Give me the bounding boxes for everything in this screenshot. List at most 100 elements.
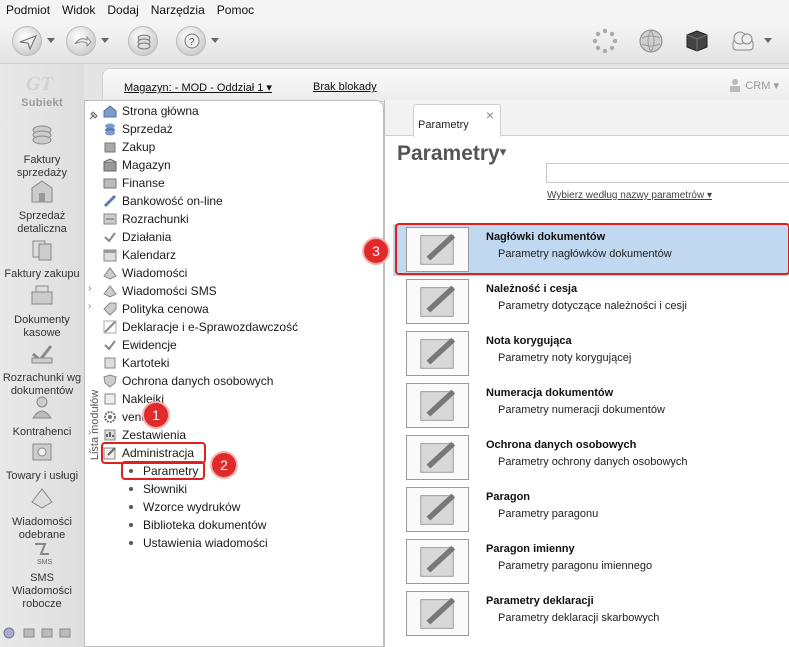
coins-button[interactable] (128, 26, 158, 56)
close-icon[interactable]: × (486, 107, 494, 123)
module-ewidencje[interactable]: Ewidencje (103, 336, 177, 354)
sms-icon: SMS (35, 543, 53, 566)
send-dropdown-icon[interactable] (47, 38, 55, 43)
module-strona-glowna[interactable]: Strona główna (103, 102, 199, 120)
svg-text:GT: GT (26, 73, 53, 94)
param-row[interactable]: Należność i cesja Parametry dotyczące na… (393, 276, 789, 328)
module-magazyn[interactable]: Magazyn (103, 156, 171, 174)
help-dropdown-icon[interactable] (211, 38, 219, 43)
module-zakup[interactable]: Zakup (103, 138, 155, 156)
coins-icon (137, 34, 151, 50)
menu-dodaj[interactable]: Dodaj (101, 3, 144, 17)
purchase-invoice-icon (32, 240, 52, 261)
tab-parametry[interactable]: Parametry × (413, 104, 501, 137)
records-icon (104, 340, 116, 351)
bullet-icon (129, 505, 133, 509)
page-title[interactable]: Parametry▾ (397, 142, 506, 166)
task-icon (104, 232, 116, 243)
modules-vertical-label: Lista modułów (89, 389, 101, 461)
pin-icon[interactable] (88, 109, 100, 121)
app-item-faktury-sprzedazy[interactable]: Faktury sprzedaży (0, 122, 84, 180)
module-ochrona-danych[interactable]: Ochrona danych osobowych (103, 372, 273, 390)
forward-button[interactable] (66, 26, 96, 56)
search-mode-selector[interactable]: Wybierz według nazwy parametrów ▾ (547, 190, 712, 201)
edit-document-icon (406, 487, 469, 532)
submodule-ustawienia-wiadomosci[interactable]: Ustawienia wiadomości (129, 534, 268, 552)
brak-blokady-link[interactable]: Brak blokady (313, 81, 377, 93)
search-input[interactable] (546, 163, 789, 183)
module-finanse[interactable]: Finanse (103, 174, 165, 192)
expand-arrow-icon[interactable]: › (88, 427, 91, 438)
menubar: Podmiot Widok Dodaj Narzędzia Pomoc (0, 0, 789, 20)
param-row[interactable]: Ochrona danych osobowych Parametry ochro… (393, 432, 789, 484)
app-item-dokumenty-kasowe[interactable]: Dokumenty kasowe (0, 282, 84, 340)
crm-button[interactable]: CRM ▾ (728, 78, 779, 92)
app-item-kontrahenci[interactable]: Kontrahenci (0, 394, 84, 439)
cloud-icon[interactable] (730, 28, 758, 54)
menu-narzedzia[interactable]: Narzędzia (145, 3, 211, 17)
coins-icon (105, 123, 115, 136)
app-item-sms-wiadomosci[interactable]: SMS SMS Wiadomości robocze (0, 540, 84, 611)
edit-document-icon (406, 331, 469, 376)
send-button[interactable] (12, 26, 42, 56)
module-sprzedaz[interactable]: Sprzedaż (103, 120, 173, 138)
report-icon (104, 429, 116, 441)
param-row[interactable]: Paragon imienny Parametry paragonu imien… (393, 536, 789, 588)
settlement-icon (31, 345, 53, 364)
submodule-slowniki[interactable]: Słowniki (129, 480, 187, 498)
edit-document-icon (406, 435, 469, 480)
magazyn-selector[interactable]: Magazyn: - MOD - Oddział 1 ▾ (124, 81, 272, 94)
app-item-faktury-zakupu[interactable]: Faktury zakupu (0, 236, 84, 281)
bank-icon (103, 194, 117, 208)
footer-tool-icons[interactable] (2, 626, 82, 640)
menu-pomoc[interactable]: Pomoc (211, 3, 260, 17)
expand-arrow-icon[interactable]: › (88, 445, 91, 456)
bullet-icon (129, 541, 133, 545)
module-kartoteki[interactable]: Kartoteki (103, 354, 169, 372)
module-bankowosc[interactable]: Bankowość on-line (103, 192, 223, 210)
box-icon[interactable] (684, 28, 710, 54)
module-deklaracje[interactable]: Deklaracje i e-Sprawozdawczość (103, 318, 298, 336)
price-tag-icon (103, 302, 117, 316)
globe-icon[interactable] (638, 28, 664, 54)
app-item-wiadomosci-odebrane[interactable]: Wiadomości odebrane (0, 484, 84, 542)
forward-dropdown-icon[interactable] (101, 38, 109, 43)
app-sidebar: GT Subiekt Faktury sprzedaży Sprzedaż de… (0, 64, 84, 647)
param-row[interactable]: Paragon Parametry paragonu (393, 484, 789, 536)
expand-arrow-icon[interactable]: › (88, 283, 91, 294)
modules-panel: Lista modułów › › › › Strona główna Sprz… (84, 100, 384, 647)
param-row[interactable]: Numeracja dokumentów Parametry numeracji… (393, 380, 789, 432)
menu-podmiot[interactable]: Podmiot (0, 3, 56, 17)
app-item-towary-i-uslugi[interactable]: Towary i usługi (0, 438, 84, 483)
module-wiadomosci[interactable]: Wiadomości (103, 264, 187, 282)
edit-document-icon (406, 279, 469, 324)
module-rozrachunki[interactable]: Rozrachunki (103, 210, 189, 228)
app-logo: GT Subiekt (21, 73, 63, 109)
edit-document-icon (406, 383, 469, 428)
bullet-icon (129, 487, 133, 491)
help-button[interactable]: ? (176, 26, 206, 56)
submodule-wzorce-wydrukow[interactable]: Wzorce wydruków (129, 498, 240, 516)
submodule-biblioteka[interactable]: Biblioteka dokumentów (129, 516, 266, 534)
sticker-icon (104, 393, 116, 405)
module-kalendarz[interactable]: Kalendarz (103, 246, 176, 264)
edit-document-icon (406, 539, 469, 584)
annotation-step-1: 1 (142, 401, 170, 429)
warehouse-icon (103, 158, 117, 172)
param-row[interactable]: Nota korygująca Parametry noty korygując… (393, 328, 789, 380)
expand-arrow-icon[interactable]: › (88, 301, 91, 312)
sms-icon (103, 285, 117, 298)
menu-widok[interactable]: Widok (56, 3, 101, 17)
svg-text:SMS: SMS (37, 559, 53, 566)
param-row[interactable]: Parametry deklaracji Parametry deklaracj… (393, 588, 789, 640)
app-item-rozrachunki[interactable]: Rozrachunki wg dokumentów (0, 340, 84, 398)
module-wiadomosci-sms[interactable]: Wiadomości SMS (103, 282, 217, 300)
cloud-dropdown-icon[interactable] (764, 38, 772, 43)
tab-bar: Parametry × (385, 100, 789, 137)
product-box-icon (32, 443, 52, 461)
module-dzialania[interactable]: Działania (103, 228, 171, 246)
shield-icon (103, 374, 117, 388)
app-item-sprzedaz-detaliczna[interactable]: Sprzedaż detaliczna (0, 178, 84, 236)
module-polityka-cenowa[interactable]: Polityka cenowa (103, 300, 209, 318)
loading-ring-icon[interactable] (592, 28, 618, 54)
